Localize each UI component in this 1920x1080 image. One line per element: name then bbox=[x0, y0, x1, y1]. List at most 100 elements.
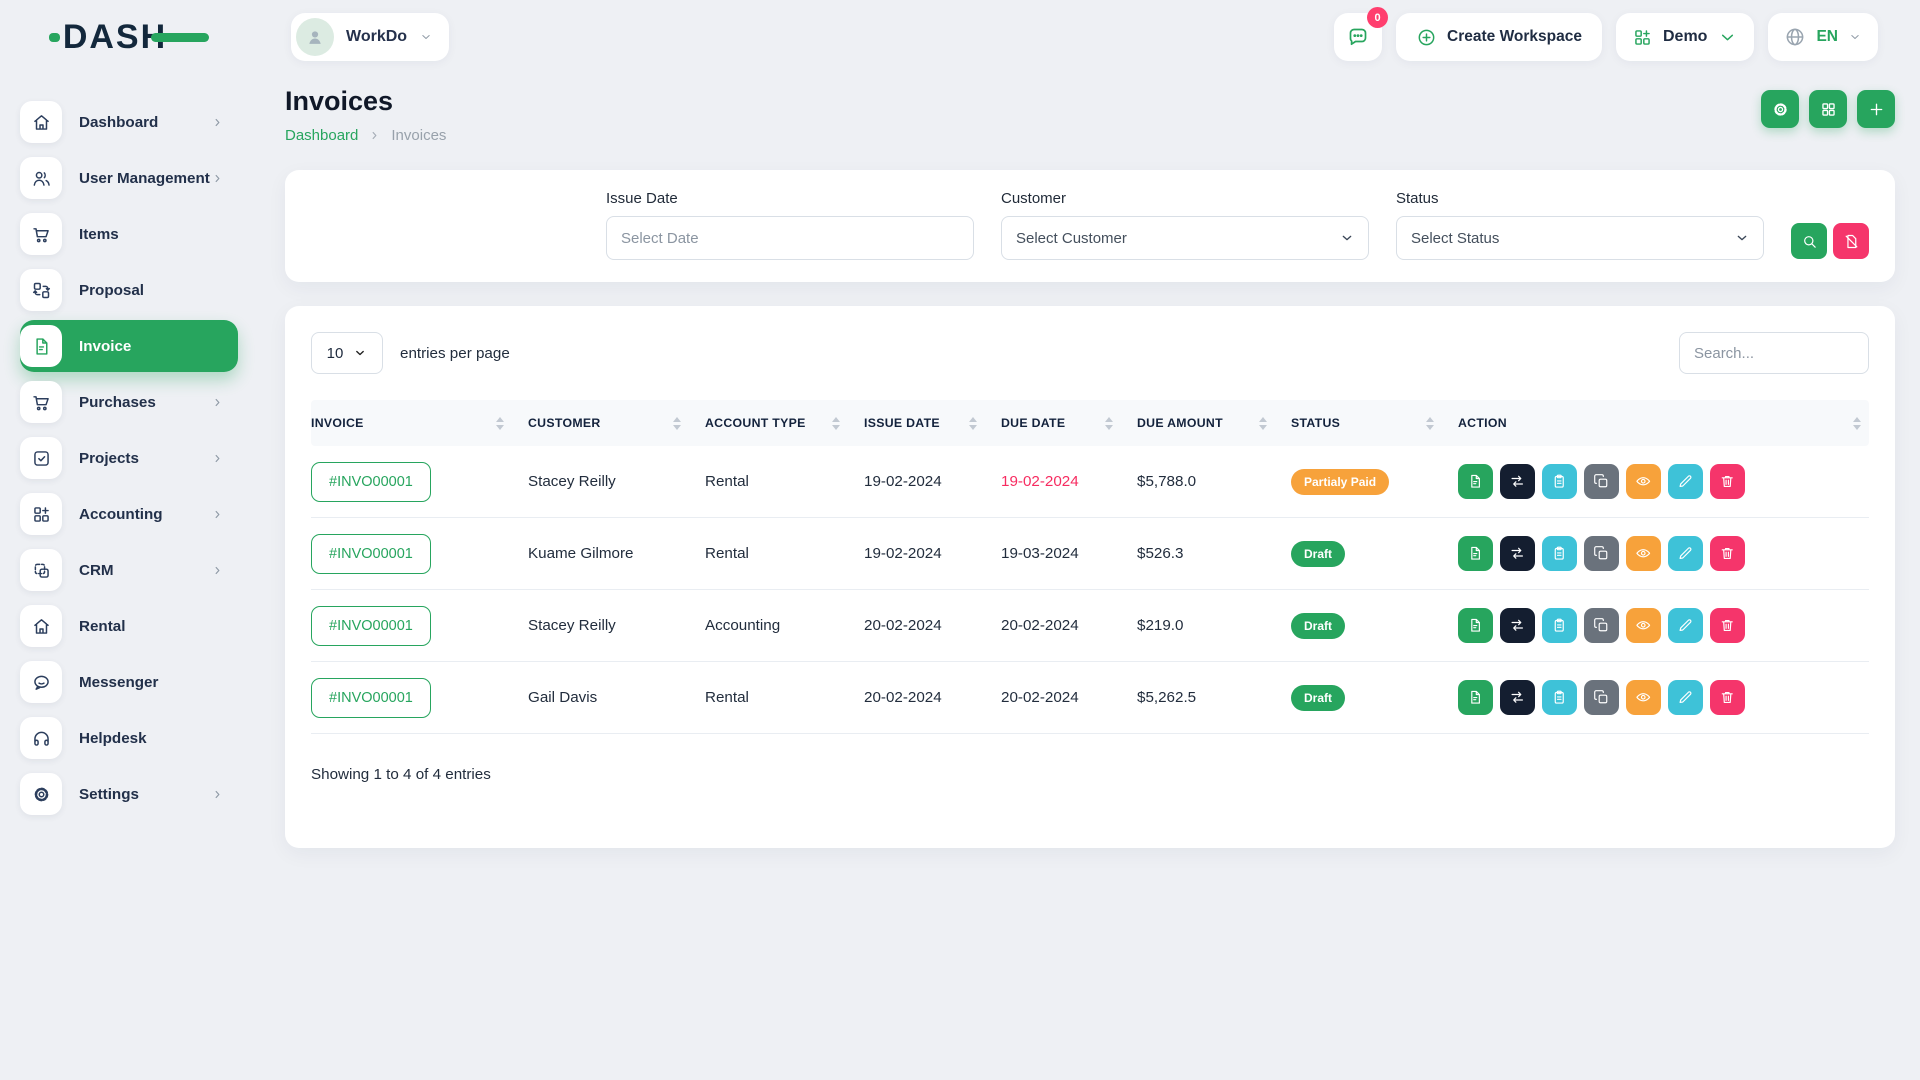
sidebar-item-label: User Management bbox=[79, 170, 210, 187]
invoice-number-link[interactable]: #INVO00001 bbox=[311, 606, 431, 646]
entries-per-page-value: 10 bbox=[327, 345, 344, 362]
status-label: Status bbox=[1396, 190, 1764, 207]
sidebar-item-crm[interactable]: CRM bbox=[20, 544, 238, 596]
invoice-number-link[interactable]: #INVO00001 bbox=[311, 534, 431, 574]
view-action-button[interactable] bbox=[1626, 608, 1661, 643]
convert-action-button[interactable] bbox=[1500, 680, 1535, 715]
grid-view-button[interactable] bbox=[1809, 90, 1847, 128]
demo-menu[interactable]: Demo bbox=[1616, 13, 1754, 61]
copy-icon bbox=[1593, 473, 1610, 490]
sidebar-item-items[interactable]: Items bbox=[20, 208, 238, 260]
invoice-number-link[interactable]: #INVO00001 bbox=[311, 678, 431, 718]
invoice-number-link[interactable]: #INVO00001 bbox=[311, 462, 431, 502]
apply-filter-button[interactable] bbox=[1791, 223, 1827, 259]
file-action-button[interactable] bbox=[1458, 464, 1493, 499]
sidebar-item-rental[interactable]: Rental bbox=[20, 600, 238, 652]
due-date-cell: 19-02-2024 bbox=[1001, 446, 1137, 517]
gear-icon bbox=[1771, 100, 1790, 119]
delete-action-button[interactable] bbox=[1710, 464, 1745, 499]
table-search-input[interactable] bbox=[1679, 332, 1869, 374]
chevron-down-icon bbox=[1734, 230, 1750, 246]
sort-icon bbox=[1853, 417, 1861, 430]
circle-plus-icon bbox=[1416, 27, 1437, 48]
edit-action-button[interactable] bbox=[1668, 608, 1703, 643]
cart-icon bbox=[20, 381, 62, 423]
column-header-action[interactable]: ACTION bbox=[1458, 400, 1869, 446]
sidebar-item-settings[interactable]: Settings bbox=[20, 768, 238, 820]
file-action-button[interactable] bbox=[1458, 608, 1493, 643]
sidebar-item-label: Invoice bbox=[79, 338, 131, 355]
delete-action-button[interactable] bbox=[1710, 536, 1745, 571]
globe-icon bbox=[1784, 26, 1806, 48]
edit-action-button[interactable] bbox=[1668, 680, 1703, 715]
swap-icon bbox=[1509, 689, 1526, 706]
edit-action-button[interactable] bbox=[1668, 464, 1703, 499]
create-workspace-button[interactable]: Create Workspace bbox=[1396, 13, 1602, 61]
sidebar-item-user-management[interactable]: User Management bbox=[20, 152, 238, 204]
copy-action-button[interactable] bbox=[1584, 680, 1619, 715]
sidebar-item-dashboard[interactable]: Dashboard bbox=[20, 96, 238, 148]
reset-filter-button[interactable] bbox=[1833, 223, 1869, 259]
swap-icon bbox=[1509, 617, 1526, 634]
notifications-button[interactable]: 0 bbox=[1334, 13, 1382, 61]
copy-action-button[interactable] bbox=[1584, 608, 1619, 643]
view-action-button[interactable] bbox=[1626, 536, 1661, 571]
account-type-cell: Rental bbox=[705, 446, 864, 517]
file-action-button[interactable] bbox=[1458, 536, 1493, 571]
copy-action-button[interactable] bbox=[1584, 536, 1619, 571]
breadcrumb-dashboard-link[interactable]: Dashboard bbox=[285, 127, 358, 144]
sidebar-item-label: Proposal bbox=[79, 282, 144, 299]
settings-button[interactable] bbox=[1761, 90, 1799, 128]
convert-action-button[interactable] bbox=[1500, 464, 1535, 499]
view-action-button[interactable] bbox=[1626, 464, 1661, 499]
column-header-invoice[interactable]: INVOICE bbox=[311, 400, 528, 446]
clipboard-action-button[interactable] bbox=[1542, 464, 1577, 499]
language-selector[interactable]: EN bbox=[1768, 13, 1878, 61]
copy-action-button[interactable] bbox=[1584, 464, 1619, 499]
column-header-status[interactable]: STATUS bbox=[1291, 400, 1458, 446]
clipboard-action-button[interactable] bbox=[1542, 680, 1577, 715]
column-header-due-date[interactable]: DUE DATE bbox=[1001, 400, 1137, 446]
file-icon bbox=[1467, 689, 1484, 706]
sidebar-item-accounting[interactable]: Accounting bbox=[20, 488, 238, 540]
eye-icon bbox=[1635, 473, 1652, 490]
due-date-cell: 20-02-2024 bbox=[1001, 662, 1137, 733]
file-action-button[interactable] bbox=[1458, 680, 1493, 715]
sort-icon bbox=[1426, 417, 1434, 430]
demo-label: Demo bbox=[1663, 28, 1707, 46]
file-icon bbox=[1467, 617, 1484, 634]
customer-select[interactable]: Select Customer bbox=[1001, 216, 1369, 260]
column-header-issue-date[interactable]: ISSUE DATE bbox=[864, 400, 1001, 446]
pencil-icon bbox=[1677, 473, 1694, 490]
issue-date-label: Issue Date bbox=[606, 190, 974, 207]
issue-date-input[interactable] bbox=[606, 216, 974, 260]
sidebar-item-helpdesk[interactable]: Helpdesk bbox=[20, 712, 238, 764]
sidebar-item-proposal[interactable]: Proposal bbox=[20, 264, 238, 316]
column-header-account-type[interactable]: ACCOUNT TYPE bbox=[705, 400, 864, 446]
table-row: #INVO00001 Stacey Reilly Accounting 20-0… bbox=[311, 590, 1869, 662]
workspace-switcher[interactable]: WorkDo bbox=[291, 13, 449, 61]
sidebar-item-invoice[interactable]: Invoice bbox=[20, 320, 238, 372]
table-showing-entries: Showing 1 to 4 of 4 entries bbox=[311, 766, 1869, 783]
customer-cell: Kuame Gilmore bbox=[528, 518, 705, 589]
entries-per-page-select[interactable]: 10 bbox=[311, 332, 383, 374]
workspace-avatar bbox=[296, 18, 334, 56]
clipboard-action-button[interactable] bbox=[1542, 608, 1577, 643]
column-header-due-amount[interactable]: DUE AMOUNT bbox=[1137, 400, 1291, 446]
sidebar-item-label: Messenger bbox=[79, 674, 158, 691]
delete-action-button[interactable] bbox=[1710, 680, 1745, 715]
status-select[interactable]: Select Status bbox=[1396, 216, 1764, 260]
chevron-right-icon bbox=[211, 116, 224, 129]
add-invoice-button[interactable] bbox=[1857, 90, 1895, 128]
clipboard-action-button[interactable] bbox=[1542, 536, 1577, 571]
sidebar-item-projects[interactable]: Projects bbox=[20, 432, 238, 484]
edit-action-button[interactable] bbox=[1668, 536, 1703, 571]
sidebar-item-messenger[interactable]: Messenger bbox=[20, 656, 238, 708]
view-action-button[interactable] bbox=[1626, 680, 1661, 715]
convert-action-button[interactable] bbox=[1500, 536, 1535, 571]
convert-action-button[interactable] bbox=[1500, 608, 1535, 643]
table-row: #INVO00001 Stacey Reilly Rental 19-02-20… bbox=[311, 446, 1869, 518]
sidebar-item-purchases[interactable]: Purchases bbox=[20, 376, 238, 428]
column-header-customer[interactable]: CUSTOMER bbox=[528, 400, 705, 446]
delete-action-button[interactable] bbox=[1710, 608, 1745, 643]
